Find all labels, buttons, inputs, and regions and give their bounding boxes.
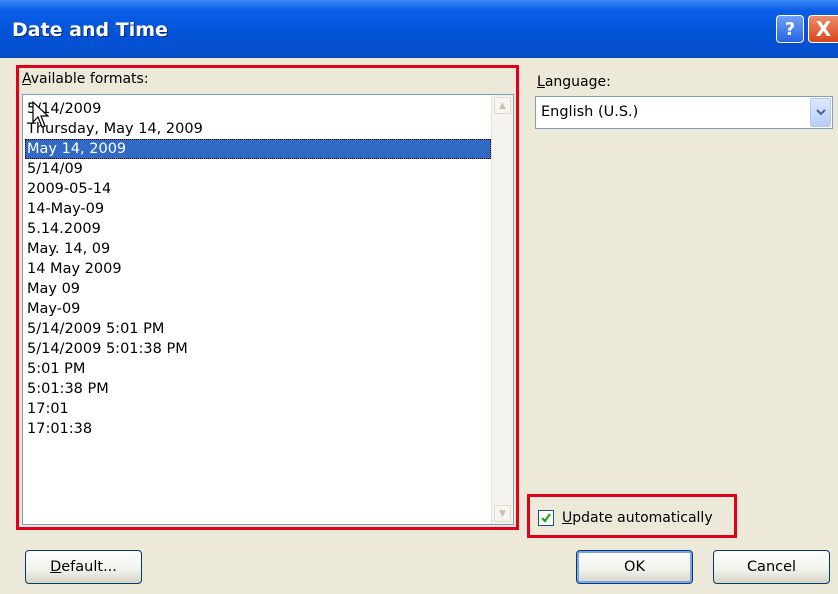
list-item[interactable]: 5/14/2009 5:01 PM: [25, 319, 491, 339]
title-bar[interactable]: Date and Time ? X: [0, 0, 838, 58]
list-item[interactable]: 5.14.2009: [25, 219, 491, 239]
language-value: English (U.S.): [541, 104, 639, 120]
close-icon: X: [815, 17, 832, 41]
update-automatically-checkbox[interactable]: [538, 510, 554, 526]
available-formats-label: Available formats:: [22, 71, 149, 87]
list-item[interactable]: 2009-05-14: [25, 179, 491, 199]
scroll-down-icon[interactable]: ▼: [494, 505, 511, 522]
language-select[interactable]: English (U.S.): [535, 96, 833, 129]
ok-button[interactable]: OK: [576, 550, 693, 584]
dropdown-arrow-icon[interactable]: [810, 98, 831, 127]
list-item[interactable]: 14 May 2009: [25, 259, 491, 279]
window-title: Date and Time: [12, 19, 168, 41]
list-item[interactable]: Thursday, May 14, 2009: [25, 119, 491, 139]
mouse-cursor-icon: [32, 101, 50, 128]
list-item[interactable]: 5:01:38 PM: [25, 379, 491, 399]
list-item[interactable]: 5:01 PM: [25, 359, 491, 379]
scroll-up-icon[interactable]: ▲: [494, 97, 511, 114]
list-item[interactable]: May. 14, 09: [25, 239, 491, 259]
list-item[interactable]: 5/14/2009 5:01:38 PM: [25, 339, 491, 359]
cancel-button[interactable]: Cancel: [713, 550, 830, 584]
list-item[interactable]: 17:01: [25, 399, 491, 419]
list-item[interactable]: 5/14/09: [25, 159, 491, 179]
list-item[interactable]: 5/14/2009: [25, 99, 491, 119]
help-button[interactable]: ?: [776, 15, 804, 43]
list-item[interactable]: May 09: [25, 279, 491, 299]
list-item[interactable]: 17:01:38: [25, 419, 491, 439]
list-item[interactable]: May 14, 2009: [25, 139, 491, 159]
list-item[interactable]: 14-May-09: [25, 199, 491, 219]
list-item[interactable]: May-09: [25, 299, 491, 319]
help-icon: ?: [784, 18, 796, 40]
update-automatically-label[interactable]: Update automatically: [562, 510, 713, 526]
language-label: Language:: [537, 74, 611, 90]
list-scrollbar[interactable]: ▲ ▼: [491, 95, 513, 524]
default-button[interactable]: Default...: [25, 550, 142, 584]
checkmark-icon: [541, 513, 551, 523]
close-button[interactable]: X: [808, 15, 838, 43]
format-list-items: 5/14/2009 Thursday, May 14, 2009 May 14, 2…: [25, 99, 491, 439]
available-formats-list[interactable]: 5/14/2009 Thursday, May 14, 2009 May 14, 2…: [22, 94, 514, 525]
